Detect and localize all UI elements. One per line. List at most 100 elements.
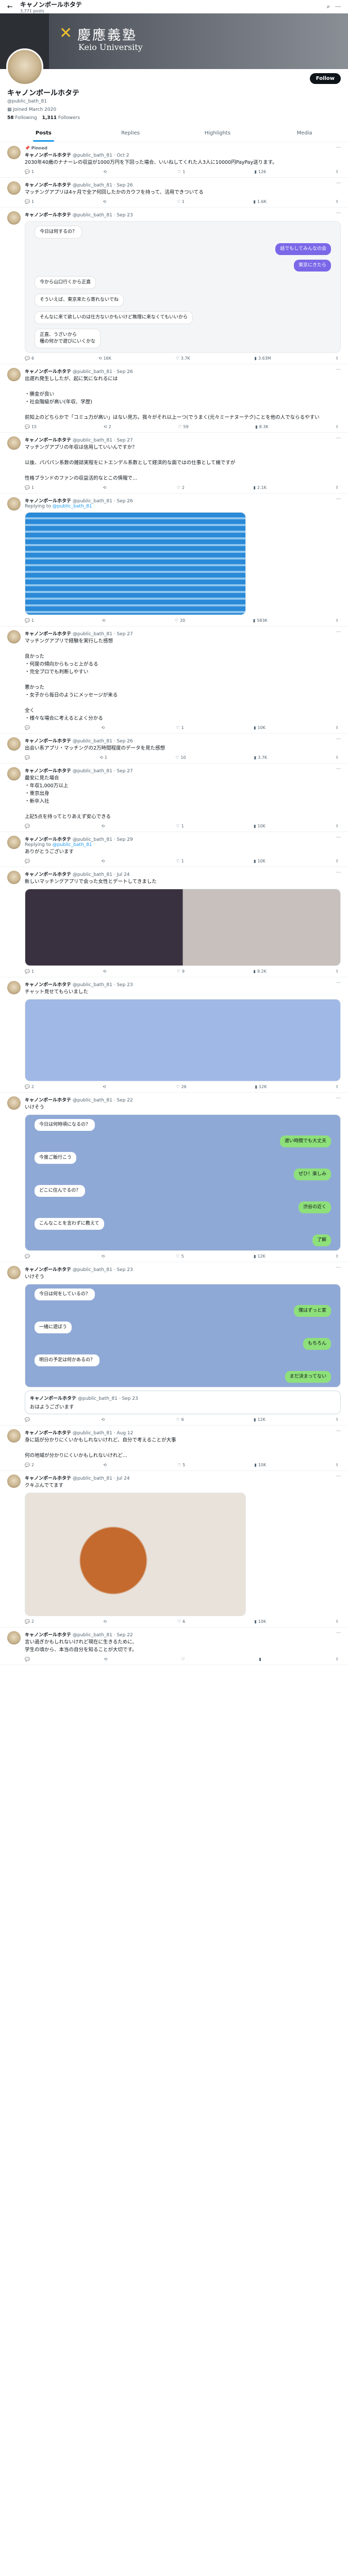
reply-button[interactable]: 💬 bbox=[25, 1417, 31, 1422]
tweet-more-icon[interactable]: ⋯ bbox=[336, 436, 341, 441]
tweet-more-icon[interactable]: ⋯ bbox=[336, 870, 341, 875]
repost-button[interactable]: ⟲ 16K bbox=[98, 356, 111, 361]
tab-highlights[interactable]: Highlights bbox=[174, 125, 261, 142]
reply-button[interactable]: 💬 1 bbox=[25, 618, 34, 623]
tweet-date[interactable]: Sep 23 bbox=[117, 213, 132, 218]
tweet-more-icon[interactable]: ⋯ bbox=[336, 1429, 341, 1434]
tweet-date[interactable]: Sep 23 bbox=[117, 982, 132, 988]
tab-posts[interactable]: Posts bbox=[0, 125, 87, 142]
repost-button[interactable]: ⟲ bbox=[103, 199, 108, 204]
tweet[interactable]: ⋯ キャノンボールホタテ @public_bath_81 · Sep 26 マッチン… bbox=[0, 178, 348, 208]
share-button[interactable]: ⇪ bbox=[335, 1254, 339, 1259]
reply-button[interactable]: 💬 2 bbox=[25, 1619, 34, 1624]
tweet-author-name[interactable]: キャノンボールホタテ bbox=[25, 1431, 71, 1436]
tweet-more-icon[interactable]: ⋯ bbox=[336, 181, 341, 186]
tweet-avatar[interactable] bbox=[7, 836, 21, 849]
tweet-author-name[interactable]: キャノンボールホタテ bbox=[25, 183, 71, 188]
tweet[interactable]: ⋯ キャノンボールホタテ @public_bath_81 · Sep 27 マッチン… bbox=[0, 433, 348, 494]
tweet[interactable]: ⋯ キャノンボールホタテ @public_bath_81 · Sep 23 いけそう… bbox=[0, 1262, 348, 1426]
tweet-more-icon[interactable]: ⋯ bbox=[336, 767, 341, 772]
follow-button[interactable]: Follow bbox=[309, 73, 341, 84]
quoted-tweet[interactable]: キャノンボールホタテ @public_bath_81 · Sep 23 おはようご… bbox=[25, 1391, 341, 1414]
more-icon[interactable]: ⋯ bbox=[335, 3, 341, 10]
like-button[interactable]: ♡ 5 bbox=[177, 1463, 185, 1467]
like-button[interactable]: ♡ 1 bbox=[176, 725, 184, 730]
tweet-date[interactable]: Sep 27 bbox=[117, 769, 132, 774]
tweet[interactable]: ⋯ キャノンボールホタテ @public_bath_81 · Aug 12 身に話が… bbox=[0, 1426, 348, 1471]
share-button[interactable]: ⇪ bbox=[335, 755, 339, 760]
tweet-avatar[interactable] bbox=[7, 871, 21, 884]
share-button[interactable]: ⇪ bbox=[335, 170, 339, 174]
like-button[interactable]: ♡ 5 bbox=[176, 1254, 184, 1259]
avatar[interactable] bbox=[6, 48, 43, 86]
views-button[interactable]: ▮ 1.6K bbox=[253, 199, 266, 204]
reply-button[interactable]: 💬 15 bbox=[25, 425, 37, 429]
tweet-more-icon[interactable]: ⋯ bbox=[336, 980, 341, 986]
like-button[interactable]: ♡ 6 bbox=[176, 1417, 184, 1422]
tweet-avatar[interactable] bbox=[7, 1631, 21, 1645]
tweet-date[interactable]: Sep 26 bbox=[117, 183, 132, 188]
following-link[interactable]: 58 Following bbox=[7, 115, 37, 121]
share-button[interactable]: ⇪ bbox=[335, 1463, 339, 1467]
repost-button[interactable]: ⟲ bbox=[101, 824, 106, 828]
repost-button[interactable]: ⟲ 1 bbox=[100, 755, 107, 760]
like-button[interactable]: ♡ 10 bbox=[175, 755, 186, 760]
tweet-author-name[interactable]: キャノンボールホタテ bbox=[25, 632, 71, 637]
views-button[interactable]: ▮ 9.2K bbox=[253, 969, 266, 974]
repost-button[interactable]: ⟲ 2 bbox=[104, 425, 111, 429]
share-button[interactable]: ⇪ bbox=[335, 1657, 339, 1662]
tweet[interactable]: ⋯ キャノンボールホタテ @public_bath_81 · Sep 26 出会い系… bbox=[0, 734, 348, 764]
views-button[interactable]: ▮ 2.1K bbox=[253, 485, 266, 490]
tweet[interactable]: ⋯ キャノンボールホタテ @public_bath_81 · Jul 24 新しいマ… bbox=[0, 867, 348, 977]
repost-button[interactable]: ⟲ bbox=[103, 1619, 108, 1624]
tweet[interactable]: ⋯ キャノンボールホタテ @public_bath_81 · Sep 27 マッチン… bbox=[0, 626, 348, 734]
share-button[interactable]: ⇪ bbox=[335, 356, 339, 361]
reply-button[interactable]: 💬 bbox=[25, 1254, 31, 1259]
tweet-date[interactable]: Sep 26 bbox=[117, 369, 132, 375]
share-button[interactable]: ⇪ bbox=[335, 824, 339, 828]
tweet-more-icon[interactable]: ⋯ bbox=[336, 835, 341, 840]
tweet-author-name[interactable]: キャノンボールホタテ bbox=[25, 769, 71, 774]
tweet-author-name[interactable]: キャノンボールホタテ bbox=[25, 153, 71, 158]
share-button[interactable]: ⇪ bbox=[335, 859, 339, 863]
share-button[interactable]: ⇪ bbox=[335, 1084, 339, 1089]
repost-button[interactable]: ⟲ bbox=[102, 618, 107, 623]
tweet-avatar[interactable] bbox=[7, 1266, 21, 1279]
tweet-image[interactable] bbox=[25, 1493, 246, 1616]
reply-button[interactable]: 💬 2 bbox=[25, 1463, 34, 1467]
tweet-avatar[interactable] bbox=[7, 1475, 21, 1488]
tweet-author-name[interactable]: キャノンボールホタテ bbox=[25, 213, 71, 218]
tweet[interactable]: ⋯ キャノンボールホタテ @public_bath_81 · Sep 22 言い過ぎ… bbox=[0, 1628, 348, 1665]
tweet[interactable]: ⋯ キャノンボールホタテ @public_bath_81 · Sep 26 Repl… bbox=[0, 494, 348, 626]
reply-button[interactable]: 💬 bbox=[25, 859, 31, 863]
reply-button[interactable]: 💬 bbox=[25, 725, 31, 730]
like-button[interactable]: ♡ 6 bbox=[177, 1619, 185, 1624]
tweet-avatar[interactable] bbox=[7, 630, 21, 643]
repost-button[interactable]: ⟲ bbox=[103, 485, 108, 490]
tweet-author-name[interactable]: キャノンボールホタテ bbox=[25, 739, 71, 744]
search-icon[interactable]: ⌕ bbox=[327, 3, 330, 10]
views-button[interactable]: ▮ 10K bbox=[254, 824, 266, 828]
reply-button[interactable]: 💬 1 bbox=[25, 170, 34, 174]
repost-button[interactable]: ⟲ bbox=[101, 859, 106, 863]
tweet-date[interactable]: Sep 26 bbox=[117, 739, 132, 744]
reply-button[interactable]: 💬 bbox=[25, 1657, 31, 1662]
tweet-more-icon[interactable]: ⋯ bbox=[336, 737, 341, 742]
tweet-author-name[interactable]: キャノンボールホタテ bbox=[25, 982, 71, 988]
share-button[interactable]: ⇪ bbox=[335, 199, 339, 204]
reply-handle-link[interactable]: @public_bath_81 bbox=[53, 504, 92, 509]
reply-button[interactable]: 💬 6 bbox=[25, 356, 34, 361]
chat-screenshot[interactable]: 今日は何をしているの？ 僕はずっと家 一緒に遊ぼう もちろん 明日の予定は何かあるの？ ま… bbox=[25, 1284, 341, 1387]
tweet-date[interactable]: Oct 2 bbox=[117, 153, 129, 158]
tweet-more-icon[interactable]: ⋯ bbox=[336, 1265, 341, 1270]
tweet-more-icon[interactable]: ⋯ bbox=[336, 367, 341, 372]
tweet-image[interactable] bbox=[25, 999, 341, 1081]
back-arrow-icon[interactable]: ← bbox=[7, 3, 13, 11]
tweet-more-icon[interactable]: ⋯ bbox=[336, 1631, 341, 1636]
tab-media[interactable]: Media bbox=[261, 125, 348, 142]
like-button[interactable]: ♡ 9 bbox=[177, 969, 185, 974]
tweet-avatar[interactable] bbox=[7, 181, 21, 195]
tweet-date[interactable]: Sep 22 bbox=[117, 1633, 132, 1638]
tweet-avatar[interactable] bbox=[7, 737, 21, 751]
share-button[interactable]: ⇪ bbox=[335, 1417, 339, 1422]
